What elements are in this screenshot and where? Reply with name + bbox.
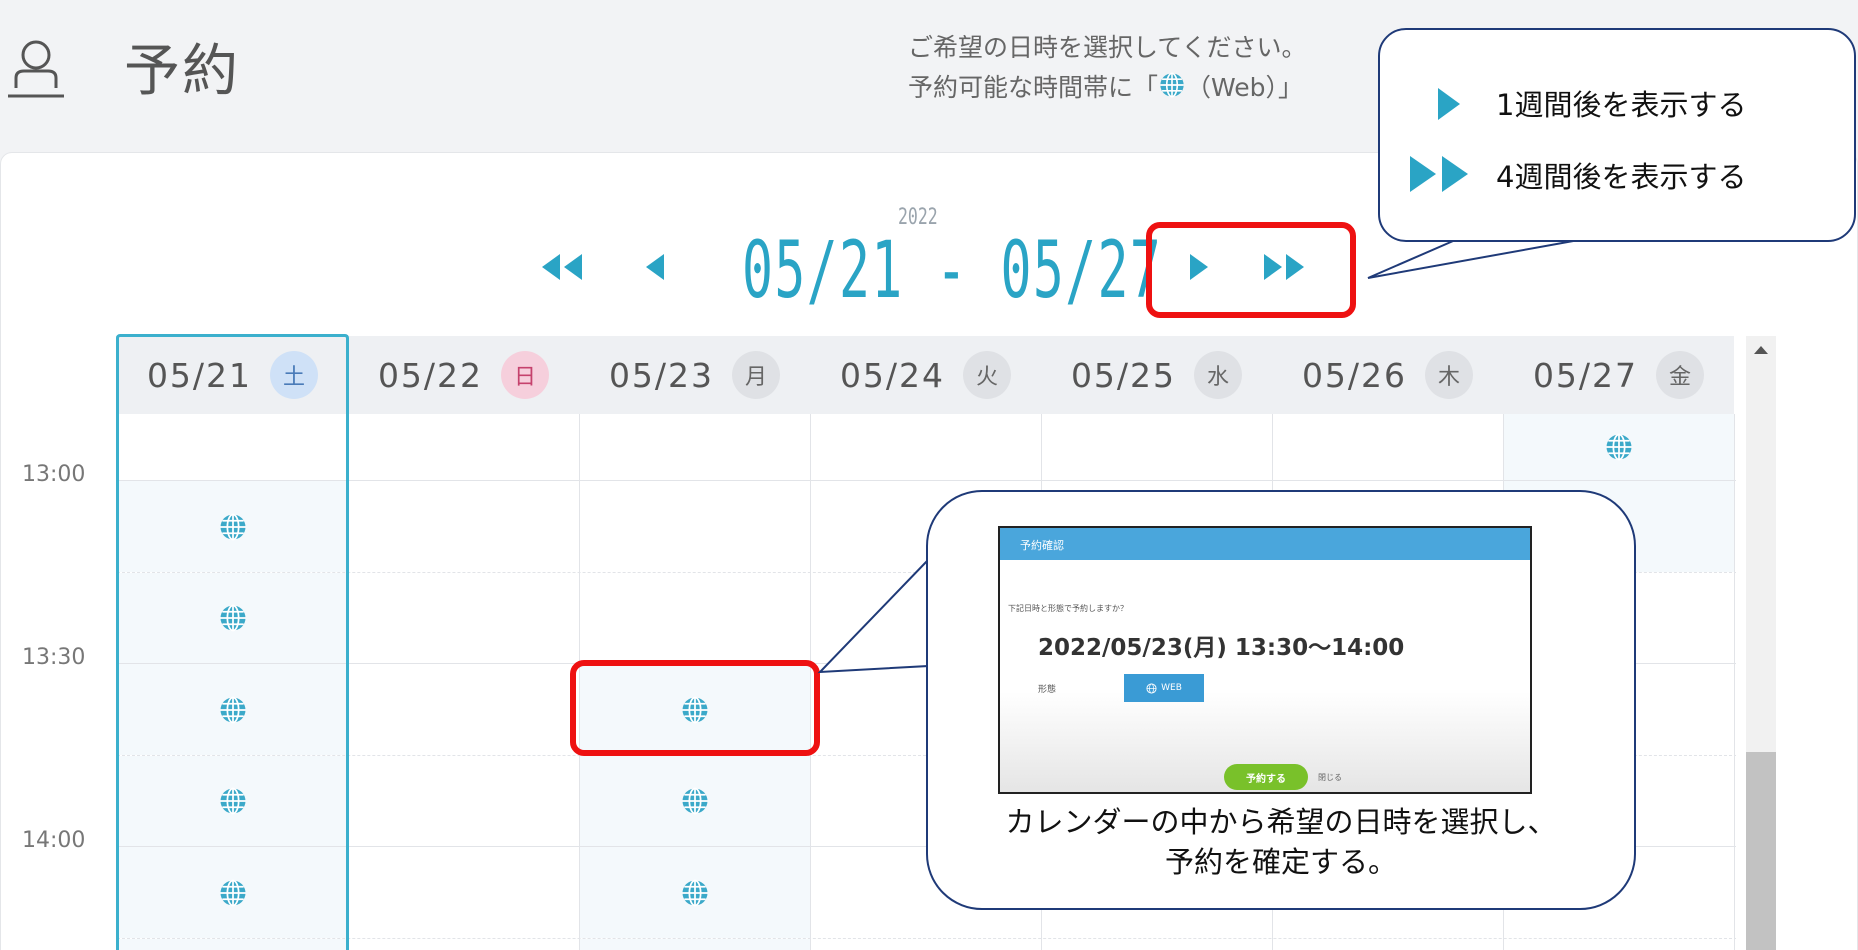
- day-date: 05/25: [1070, 355, 1177, 395]
- time-label: 13:00: [22, 462, 86, 487]
- scroll-up-arrow-icon[interactable]: [1754, 346, 1768, 354]
- column-divider: [1734, 414, 1735, 950]
- globe-icon: [1606, 433, 1632, 461]
- dialog-title: 予約確認: [1000, 528, 1530, 560]
- day-date: 05/24: [839, 355, 946, 395]
- day-header-0525[interactable]: 05/25 水: [1041, 336, 1272, 414]
- description-line-1: ご希望の日時を選択してください。: [908, 33, 1307, 62]
- instruction-line-1: カレンダーの中から希望の日時を選択し、: [1005, 805, 1557, 839]
- four-weeks-help: 4週間後を表示する: [1496, 160, 1747, 194]
- weekday-badge: 水: [1194, 351, 1243, 399]
- day-header-0523[interactable]: 05/23 月: [579, 336, 810, 414]
- week-range: 05/21 - 05/27: [742, 226, 1163, 316]
- day-header-0524[interactable]: 05/24 火: [810, 336, 1041, 414]
- time-slot[interactable]: [1504, 414, 1734, 480]
- double-chevron-left-icon[interactable]: [540, 252, 584, 282]
- close-dialog-link[interactable]: 閉じる: [1318, 772, 1342, 783]
- confirm-dialog: 予約確認 下記日時と形態で予約しますか？ 2022/05/23(月) 13:30…: [998, 526, 1532, 794]
- instruction-text: カレンダーの中から希望の日時を選択し、 予約を確定する。: [926, 802, 1636, 882]
- double-chevron-right-icon: [1410, 156, 1468, 192]
- hour-line: [117, 480, 1736, 481]
- time-slot[interactable]: [118, 939, 348, 950]
- day-header-0522[interactable]: 05/22 日: [348, 336, 579, 414]
- weekday-badge: 日: [501, 351, 550, 399]
- one-week-help: 1週間後を表示する: [1496, 88, 1747, 122]
- globe-icon: [220, 787, 246, 815]
- scroll-thumb[interactable]: [1746, 752, 1776, 950]
- weekday-badge: 月: [732, 351, 781, 399]
- chevron-right-icon: [1438, 88, 1460, 120]
- globe-icon: [682, 787, 708, 815]
- day-header-0526[interactable]: 05/26 木: [1272, 336, 1503, 414]
- globe-icon: [220, 879, 246, 906]
- format-label: 形態: [1038, 685, 1057, 695]
- web-format-button[interactable]: WEB: [1124, 674, 1204, 702]
- globe-icon: [220, 604, 246, 632]
- globe-icon: [682, 879, 708, 906]
- time-slot[interactable]: [118, 664, 348, 755]
- quarter-line: [117, 938, 1736, 939]
- day-date: 05/27: [1532, 355, 1639, 395]
- time-slot[interactable]: [118, 756, 348, 846]
- time-slot[interactable]: [580, 756, 810, 846]
- web-label: WEB: [1161, 683, 1182, 693]
- time-slot[interactable]: [118, 847, 348, 938]
- time-label: 14:00: [22, 828, 86, 853]
- dialog-datetime: 2022/05/23(月) 13:30〜14:00: [1038, 635, 1405, 661]
- column-divider: [348, 414, 349, 950]
- page-description: ご希望の日時を選択してください。 予約可能な時間帯に「 （Web）」: [908, 28, 1307, 108]
- time-label: 13:30: [22, 645, 86, 670]
- description-line-2: 予約可能な時間帯に「 （Web）」: [908, 72, 1304, 102]
- vertical-scrollbar[interactable]: [1746, 336, 1776, 950]
- page-title: 予約: [124, 39, 240, 104]
- instruction-line-2: 予約を確定する。: [1164, 845, 1397, 879]
- weekday-badge: 土: [270, 351, 319, 399]
- weekday-badge: 木: [1425, 351, 1474, 399]
- globe-icon: [220, 513, 246, 540]
- time-slot[interactable]: [118, 573, 348, 663]
- nav-help-callout: 1週間後を表示する 4週間後を表示する: [1378, 28, 1856, 242]
- globe-icon: [220, 696, 246, 723]
- day-date: 05/21: [146, 355, 253, 395]
- day-header-0521[interactable]: 05/21 土: [117, 336, 348, 414]
- selected-slot-highlight: [570, 660, 820, 756]
- confirm-reservation-button[interactable]: 予約する: [1224, 764, 1308, 790]
- day-date: 05/26: [1301, 355, 1408, 395]
- day-date: 05/23: [608, 355, 715, 395]
- weekday-badge: 火: [963, 351, 1012, 399]
- next-buttons-highlight: [1146, 222, 1356, 318]
- time-slot[interactable]: [580, 939, 810, 950]
- dialog-question: 下記日時と形態で予約しますか？: [1008, 604, 1128, 613]
- time-slot[interactable]: [118, 481, 348, 572]
- day-header-0527[interactable]: 05/27 金: [1503, 336, 1734, 414]
- globe-icon: [1160, 72, 1184, 98]
- time-slot[interactable]: [580, 847, 810, 938]
- day-date: 05/22: [377, 355, 484, 395]
- globe-icon: [1146, 682, 1157, 694]
- weekday-badge: 金: [1656, 351, 1705, 399]
- chevron-left-icon[interactable]: [644, 252, 666, 282]
- user-icon: [8, 40, 64, 98]
